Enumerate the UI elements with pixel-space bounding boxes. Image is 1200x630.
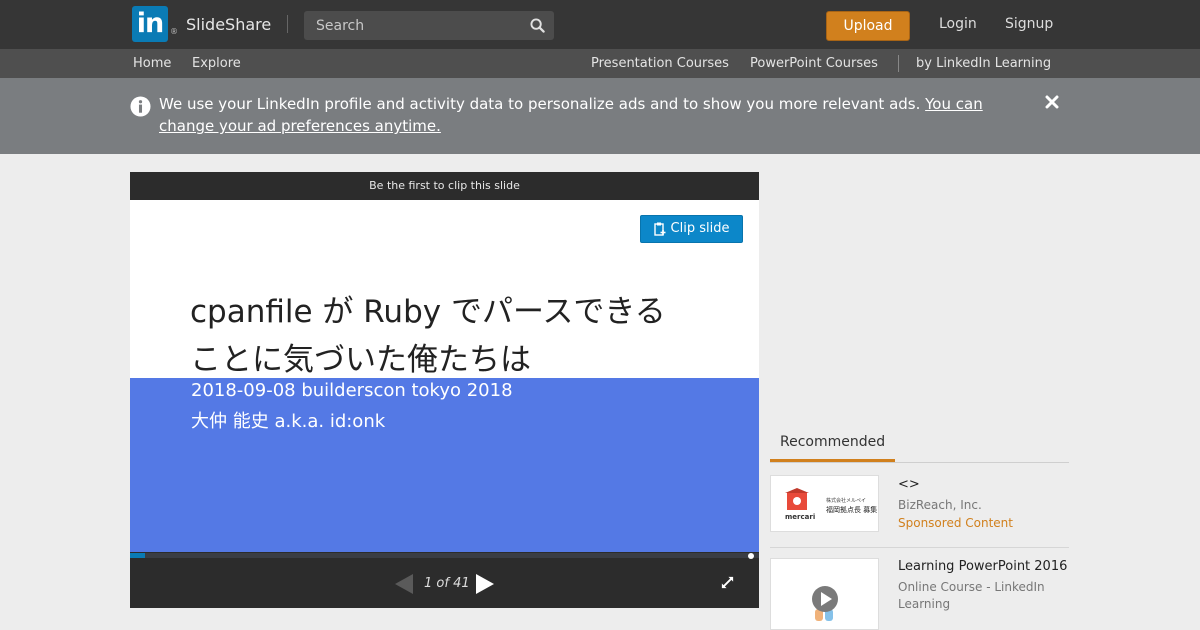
slide-title-line-2: ことに気づいた俺たちは <box>190 342 531 378</box>
nav-presentation-courses[interactable]: Presentation Courses <box>591 56 729 71</box>
clipboard-icon <box>653 222 666 236</box>
fullscreen-icon[interactable] <box>720 575 735 590</box>
slide-title-line-1: cpanfile が Ruby でパースできる <box>190 294 666 330</box>
slide-subtitle-author: 大仲 能史 a.k.a. id:onk <box>191 411 386 432</box>
slideshare-logo[interactable]: in ® SlideShare <box>132 6 271 42</box>
thumb-text-line-1: 株式会社メルペイ <box>826 498 867 504</box>
login-link[interactable]: Login <box>939 16 977 32</box>
slide-subtitle-event: 2018-09-08 builderscon tokyo 2018 <box>191 380 513 401</box>
signup-link[interactable]: Signup <box>1005 16 1053 32</box>
mercari-logo-text: mercari <box>785 513 816 521</box>
course-thumbnail-icon <box>812 586 838 621</box>
search-box <box>304 11 554 40</box>
top-bar: in ® SlideShare Upload Login Signup <box>0 0 1200 49</box>
registered-mark: ® <box>170 26 178 36</box>
subnav-separator <box>898 55 899 72</box>
nav-home[interactable]: Home <box>133 56 171 71</box>
slide-title: cpanfile が Ruby でパースできる ことに気づいた俺たちは <box>190 288 750 384</box>
notice-message: We use your LinkedIn profile and activit… <box>159 95 926 113</box>
recommended-title[interactable]: <> <box>898 477 920 492</box>
recommended-thumbnail[interactable]: mercari 株式会社メルペイ 福岡拠点長 募集 <box>770 475 879 532</box>
upload-button[interactable]: Upload <box>826 11 910 41</box>
previous-slide-icon[interactable] <box>395 574 413 594</box>
nav-powerpoint-courses[interactable]: PowerPoint Courses <box>750 56 878 71</box>
clip-bar-text: Be the first to clip this slide <box>130 172 759 200</box>
recommended-thumbnail[interactable] <box>770 558 879 630</box>
recommended-tab[interactable]: Recommended <box>770 434 895 462</box>
recommended-underline <box>770 462 1069 463</box>
recommended-subtitle: Online Course - LinkedIn Learning <box>898 580 1045 611</box>
nav-linkedin-learning[interactable]: by LinkedIn Learning <box>916 56 1051 71</box>
search-icon[interactable] <box>530 18 545 33</box>
thumb-text-line-2: 福岡拠点長 募集 <box>826 506 878 514</box>
recommended-title[interactable]: Learning PowerPoint 2016 <box>898 559 1067 574</box>
player-controls: 1 of 41 <box>130 558 759 608</box>
recommended-item[interactable]: mercari 株式会社メルペイ 福岡拠点長 募集 <> BizReach, I… <box>770 475 1069 535</box>
topbar-divider <box>287 15 288 33</box>
next-slide-icon[interactable] <box>476 574 494 594</box>
sub-navigation: Home Explore Presentation Courses PowerP… <box>0 49 1200 78</box>
slide-view[interactable]: cpanfile が Ruby でパースできる ことに気づいた俺たちは 2018… <box>130 200 759 552</box>
recommended-divider <box>770 547 1069 548</box>
slide-blue-band <box>130 378 759 552</box>
notice-text: We use your LinkedIn profile and activit… <box>159 93 1009 137</box>
logo-text: SlideShare <box>186 14 272 34</box>
nav-explore[interactable]: Explore <box>192 56 241 71</box>
slide-player: Be the first to clip this slide cpanfile… <box>130 172 759 608</box>
clip-slide-button[interactable]: Clip slide <box>640 215 743 243</box>
info-icon <box>130 96 151 117</box>
page-counter: 1 of 41 <box>424 576 470 591</box>
clip-slide-label: Clip slide <box>670 221 730 236</box>
search-input[interactable] <box>304 11 524 40</box>
recommended-author: BizReach, Inc. <box>898 498 982 512</box>
sponsored-label: Sponsored Content <box>898 516 1013 530</box>
linkedin-logo-icon: in <box>132 6 168 42</box>
close-icon[interactable] <box>1045 95 1059 109</box>
ad-notice-banner: We use your LinkedIn profile and activit… <box>0 78 1200 154</box>
recommended-item[interactable]: Learning PowerPoint 2016 Online Course -… <box>770 558 1069 630</box>
